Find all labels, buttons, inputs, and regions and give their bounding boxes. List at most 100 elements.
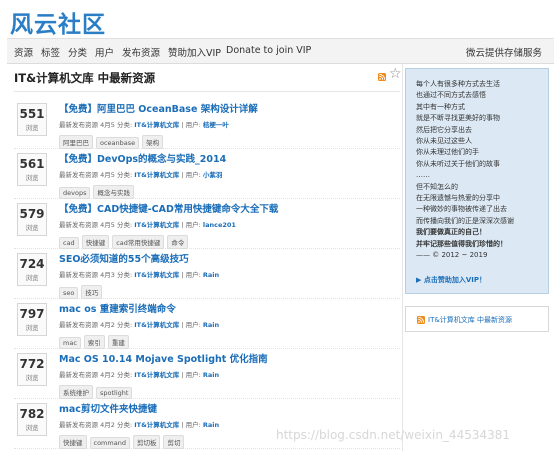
category-link[interactable]: IT&计算机文库 (134, 371, 179, 379)
view-count: 551 (19, 107, 45, 121)
resource-title-link[interactable]: mac剪切文件夹快捷键 (59, 401, 157, 415)
donate-vip-link[interactable]: ▶ 点击赞助加入VIP！ (416, 275, 486, 285)
quote-line: 每个人有很多种方式去生活 (416, 80, 500, 88)
star-icon[interactable]: ☆ (389, 66, 402, 82)
view-count-box: 551 浏览 (17, 103, 47, 136)
view-count: 782 (19, 407, 45, 421)
nav-item-publish[interactable]: 发布资源 (122, 45, 160, 59)
view-count-label: 浏览 (25, 324, 39, 332)
resource-title-link[interactable]: 【免费】阿里巴巴 OceanBase 架构设计详解 (59, 101, 258, 115)
tag[interactable]: cad (59, 237, 79, 249)
nav-item-donate-vip[interactable]: Donate to join VIP (226, 45, 311, 56)
tag[interactable]: 索引 (83, 335, 105, 349)
quote-line: 我们要做真正的自己！ (416, 228, 486, 237)
meta-prefix: 最新发布资源 (59, 171, 98, 179)
tag[interactable]: 快捷键 (59, 435, 87, 449)
quote-line: 你从未见过这些人 (416, 137, 472, 146)
tag[interactable]: 系统维护 (59, 385, 93, 399)
meta-user-label: | 用户: (181, 321, 201, 329)
category-link[interactable]: IT&计算机文库 (134, 171, 179, 179)
tag[interactable]: 重建 (107, 335, 129, 349)
resource-title-link[interactable]: 【免费】DevOps的概念与实践_2014 (59, 151, 226, 165)
resource-meta: 最新发布资源 4月3 分类: IT&计算机文库 | 用户: Rain (59, 269, 219, 279)
meta-date: 4月5 (100, 221, 115, 229)
category-link[interactable]: IT&计算机文库 (134, 221, 179, 229)
user-link[interactable]: Rain (203, 371, 219, 379)
tag[interactable]: command (89, 437, 130, 449)
tag[interactable]: mac (59, 337, 81, 349)
user-link[interactable]: Rain (203, 421, 219, 429)
resource-title-link[interactable]: mac os 重建索引终端命令 (59, 301, 176, 315)
quote-line: 就是不断寻找更美好的事物 (416, 114, 500, 123)
tag[interactable]: oceanbase (96, 137, 140, 149)
view-count-label: 浏览 (25, 374, 39, 382)
resource-title-link[interactable]: Mac OS 10.14 Mojave Spotlight 优化指南 (59, 351, 268, 365)
tag[interactable]: devops (59, 187, 91, 199)
nav-storage-link[interactable]: 微云提供存储服务 (466, 45, 542, 59)
category-link[interactable]: IT&计算机文库 (134, 121, 179, 129)
sidebar-quote-box: 每个人有很多种方式去生活 也通过不同方式去感悟 其中有一种方式 就是不断寻找更美好的事… (405, 68, 549, 294)
quote-line: 你从未理过他们的手 (416, 148, 479, 157)
tag[interactable]: spotlight (96, 387, 133, 399)
nav-item-tags[interactable]: 标签 (41, 45, 60, 59)
tag[interactable]: 剪切板 (132, 435, 161, 449)
meta-date: 4月2 (100, 321, 115, 329)
view-count-box: 724 浏览 (17, 253, 47, 286)
tag[interactable]: 阿里巴巴 (59, 135, 93, 149)
meta-category-label: 分类: (116, 121, 133, 129)
category-link[interactable]: IT&计算机文库 (134, 271, 179, 279)
quote-line: 其中有一种方式 (416, 102, 465, 111)
view-count: 724 (19, 257, 45, 271)
list-item: 797 浏览 mac os 重建索引终端命令 最新发布资源 4月2 分类: IT… (14, 299, 400, 349)
quote-line: 一种微妙的事物被传递了出去 (416, 205, 507, 214)
nav-item-sponsor-vip[interactable]: 赞助加入VIP (168, 45, 221, 59)
view-count: 797 (19, 307, 45, 321)
meta-prefix: 最新发布资源 (59, 221, 98, 229)
tag[interactable]: seo (59, 287, 79, 299)
meta-user-label: | 用户: (181, 371, 201, 379)
user-link[interactable]: Rain (203, 321, 219, 329)
quote-line: 在无限遗憾与热爱的分享中 (416, 194, 500, 203)
tag-list: seo 技巧 (59, 280, 105, 299)
watermark: https://blog.csdn.net/weixin_44534381 (276, 428, 511, 442)
nav-item-categories[interactable]: 分类 (68, 45, 87, 59)
view-count-box: 561 浏览 (17, 153, 47, 186)
resource-meta: 最新发布资源 4月2 分类: IT&计算机文库 | 用户: Rain (59, 419, 219, 429)
quote-line: —— © 2012 ~ 2019 (416, 251, 488, 260)
category-link[interactable]: IT&计算机文库 (134, 421, 179, 429)
divider (14, 91, 400, 92)
tag[interactable]: 快捷键 (81, 235, 110, 249)
view-count: 561 (19, 157, 45, 171)
tag[interactable]: 概念与实践 (93, 185, 134, 199)
meta-category-label: 分类: (116, 321, 133, 329)
rss-feed-link[interactable]: IT&计算机文库 中最新资源 (428, 315, 512, 325)
resource-title-link[interactable]: 【免费】CAD快捷键-CAD常用快捷键命令大全下载 (59, 201, 278, 215)
quote-line: 然后把它分享出去 (416, 125, 472, 134)
resource-meta: 最新发布资源 4月5 分类: IT&计算机文库 | 用户: 桔梗一叶 (59, 119, 229, 129)
meta-date: 4月5 (100, 171, 115, 179)
tag[interactable]: 技巧 (81, 285, 103, 299)
site-logo[interactable]: 风云社区 (10, 5, 106, 39)
meta-user-label: | 用户: (181, 421, 201, 429)
tag[interactable]: 架构 (142, 135, 164, 149)
nav-item-users[interactable]: 用户 (95, 45, 114, 59)
meta-category-label: 分类: (116, 271, 133, 279)
tag[interactable]: 命令 (167, 235, 189, 249)
user-link[interactable]: 桔梗一叶 (203, 121, 229, 129)
rss-icon[interactable] (378, 73, 386, 81)
user-link[interactable]: 小紫羽 (203, 171, 223, 179)
user-link[interactable]: Rain (203, 271, 219, 279)
nav-item-resources[interactable]: 资源 (14, 45, 33, 59)
tag[interactable]: cad常用快捷键 (112, 235, 165, 249)
category-link[interactable]: IT&计算机文库 (134, 321, 179, 329)
resource-meta: 最新发布资源 4月5 分类: IT&计算机文库 | 用户: lance201 (59, 219, 236, 229)
tag[interactable]: 剪切 (163, 435, 185, 449)
list-item: 561 浏览 【免费】DevOps的概念与实践_2014 最新发布资源 4月5 … (14, 149, 400, 199)
resource-meta: 最新发布资源 4月2 分类: IT&计算机文库 | 用户: Rain (59, 369, 219, 379)
resource-title-link[interactable]: SEO必须知道的55个高级技巧 (59, 251, 189, 265)
meta-date: 4月5 (100, 121, 115, 129)
tag-list: 系统维护 spotlight (59, 380, 135, 399)
list-item: 724 浏览 SEO必须知道的55个高级技巧 最新发布资源 4月3 分类: IT… (14, 249, 400, 299)
sidebar-rss-box[interactable]: IT&计算机文库 中最新资源 (405, 306, 549, 332)
user-link[interactable]: lance201 (203, 221, 236, 229)
